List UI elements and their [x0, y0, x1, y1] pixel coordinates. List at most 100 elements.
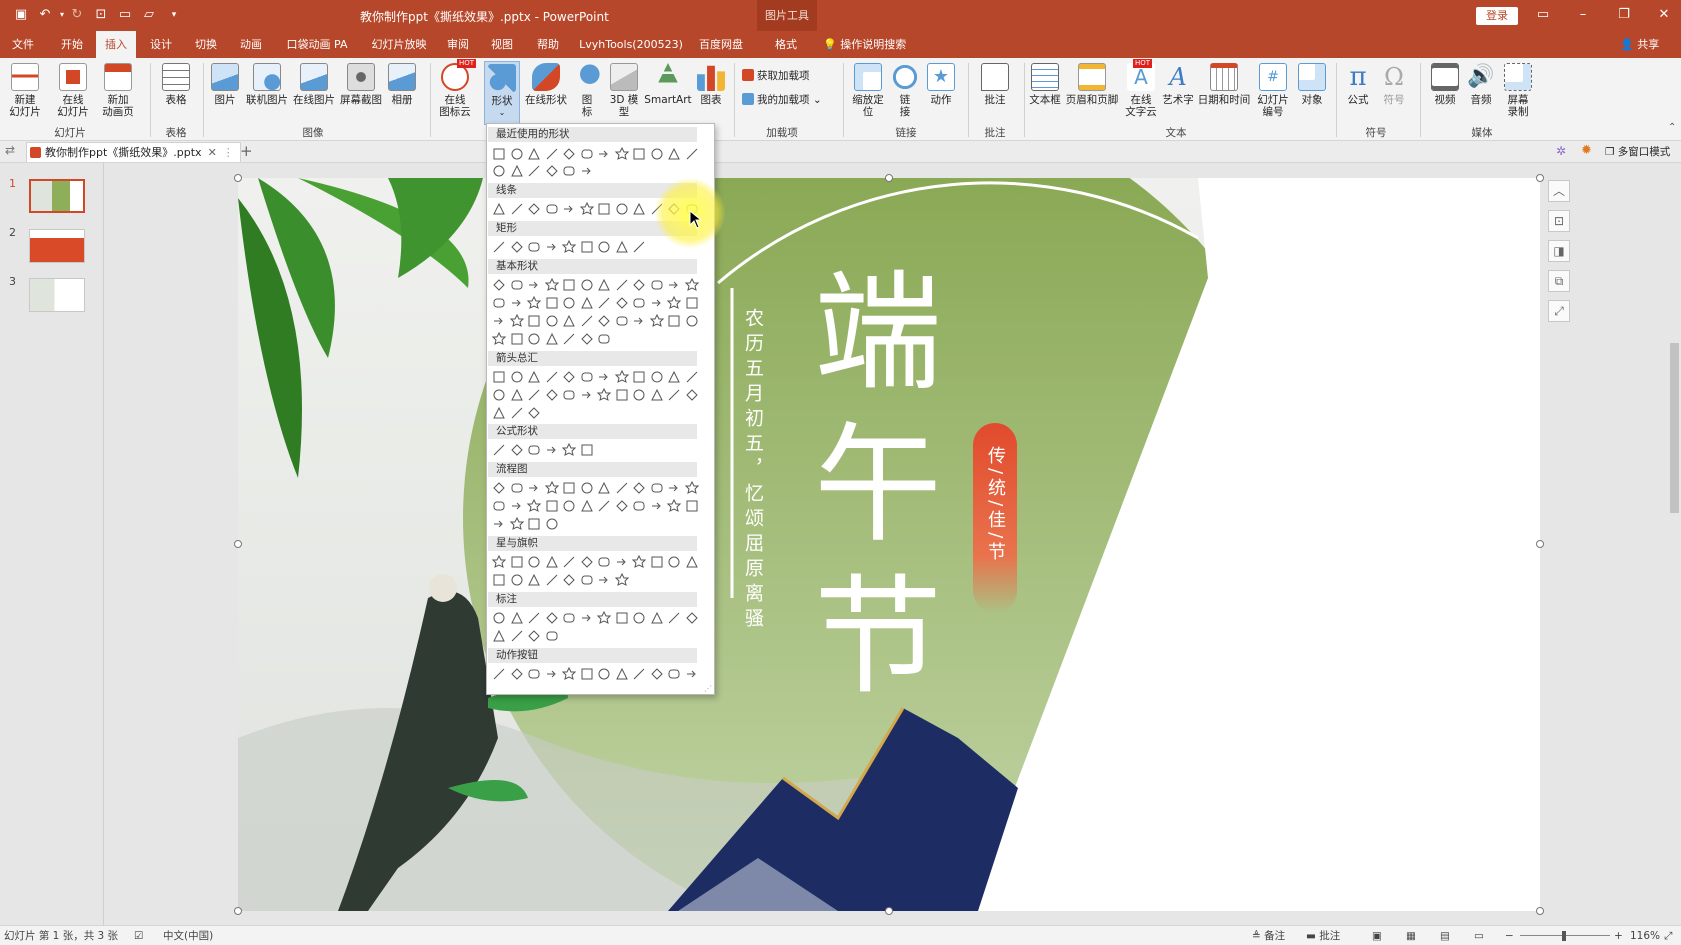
shape-option[interactable] — [545, 164, 559, 178]
smartart-button[interactable]: SmartArt — [644, 61, 692, 125]
shape-option[interactable] — [632, 611, 646, 625]
shape-option[interactable] — [562, 332, 576, 346]
shape-option[interactable] — [667, 314, 681, 328]
resize-handle[interactable] — [885, 907, 893, 915]
shape-option[interactable] — [615, 240, 629, 254]
shape-option[interactable] — [650, 388, 664, 402]
header-footer-button[interactable]: 页眉和页脚 — [1064, 61, 1120, 125]
shape-option[interactable] — [597, 388, 611, 402]
tab-design[interactable]: 设计 — [141, 31, 181, 58]
scrollbar-thumb[interactable] — [1670, 343, 1679, 513]
photo-album-button[interactable]: 相册 — [384, 61, 420, 125]
online-shapes-button[interactable]: 在线形状 — [522, 61, 570, 125]
shape-option[interactable] — [545, 147, 559, 161]
shape-option[interactable] — [545, 517, 559, 531]
shape-option[interactable] — [492, 573, 506, 587]
shape-option[interactable] — [667, 147, 681, 161]
shape-option[interactable] — [580, 443, 594, 457]
shape-option[interactable] — [597, 611, 611, 625]
shape-option[interactable] — [527, 147, 541, 161]
shape-option[interactable] — [615, 481, 629, 495]
shape-option[interactable] — [545, 240, 559, 254]
duplicate-icon[interactable]: ⧉ — [1548, 270, 1570, 292]
shape-option[interactable] — [667, 611, 681, 625]
shape-option[interactable] — [545, 370, 559, 384]
shape-option[interactable] — [527, 667, 541, 681]
plugin-icon[interactable]: ✲ — [1556, 144, 1566, 158]
tab-baidu-netdisk[interactable]: 百度网盘 — [694, 31, 748, 58]
shape-option[interactable] — [650, 667, 664, 681]
shape-option[interactable] — [492, 388, 506, 402]
shape-option[interactable] — [685, 296, 699, 310]
shape-option[interactable] — [615, 667, 629, 681]
shape-option[interactable] — [545, 499, 559, 513]
shape-option[interactable] — [597, 278, 611, 292]
shape-option[interactable] — [545, 332, 559, 346]
settings-gear-icon[interactable]: ✹ — [1581, 143, 1592, 158]
online-slide-button[interactable]: 在线 幻灯片 — [52, 61, 94, 125]
shape-option[interactable] — [579, 202, 594, 216]
shape-option[interactable] — [580, 573, 594, 587]
ribbon-display-options-icon[interactable]: ▭ — [1533, 5, 1553, 25]
tab-home[interactable]: 开始 — [52, 31, 92, 58]
shape-option[interactable] — [580, 481, 594, 495]
shape-option[interactable] — [580, 314, 594, 328]
shape-option[interactable] — [667, 388, 681, 402]
screenshot-button[interactable]: 屏幕截图 — [338, 61, 384, 125]
crop-icon[interactable]: ◨ — [1548, 240, 1570, 262]
shape-option[interactable] — [492, 555, 506, 569]
shape-option[interactable] — [492, 611, 506, 625]
shape-option[interactable] — [492, 481, 506, 495]
shape-option[interactable] — [615, 296, 629, 310]
shape-option[interactable] — [597, 573, 611, 587]
shape-option[interactable] — [632, 147, 646, 161]
shape-option[interactable] — [492, 406, 506, 420]
shape-option[interactable] — [492, 314, 506, 328]
shape-option[interactable] — [492, 147, 506, 161]
shape-option[interactable] — [685, 314, 699, 328]
shape-option[interactable] — [510, 240, 524, 254]
action-button[interactable]: ★ 动作 — [924, 61, 958, 125]
shape-option[interactable] — [597, 499, 611, 513]
shape-option[interactable] — [492, 278, 506, 292]
shape-option[interactable] — [649, 314, 664, 328]
shape-option[interactable] — [527, 314, 541, 328]
shape-option[interactable] — [597, 481, 611, 495]
shape-option[interactable] — [510, 406, 524, 420]
shape-option[interactable] — [545, 555, 559, 569]
shape-option[interactable] — [544, 278, 559, 292]
shape-option[interactable] — [650, 278, 664, 292]
shape-option[interactable] — [667, 370, 681, 384]
shape-option[interactable] — [597, 147, 611, 161]
shape-option[interactable] — [562, 314, 576, 328]
zoom-button[interactable]: 缩放定 位 — [848, 61, 888, 125]
expand-icon[interactable]: ⤢ — [1548, 300, 1570, 322]
shape-option[interactable] — [510, 499, 524, 513]
online-pictures-2-button[interactable]: 在线图片 — [291, 61, 337, 125]
shape-option[interactable] — [527, 278, 541, 292]
shape-option[interactable] — [615, 388, 629, 402]
shape-option[interactable] — [632, 202, 646, 216]
shape-option[interactable] — [650, 296, 664, 310]
shape-option[interactable] — [580, 370, 594, 384]
tab-menu-icon[interactable]: ⋮ — [223, 146, 234, 159]
shape-option[interactable] — [597, 296, 611, 310]
shape-option[interactable] — [527, 388, 541, 402]
shape-option[interactable] — [545, 629, 559, 643]
shape-option[interactable] — [492, 240, 506, 254]
shape-option[interactable] — [562, 499, 576, 513]
shape-option[interactable] — [580, 332, 594, 346]
shape-option[interactable] — [685, 611, 699, 625]
shape-option[interactable] — [597, 667, 611, 681]
shape-option[interactable] — [544, 481, 559, 495]
shape-option[interactable] — [684, 481, 699, 495]
slide-thumbnail-1[interactable] — [29, 179, 85, 213]
symbol-button[interactable]: Ω 符号 — [1378, 61, 1410, 125]
shape-option[interactable] — [632, 499, 646, 513]
slide-number-button[interactable]: # 幻灯片 编号 — [1252, 61, 1294, 125]
shape-option[interactable] — [597, 240, 611, 254]
shape-option[interactable] — [615, 278, 629, 292]
shape-option[interactable] — [562, 555, 576, 569]
shape-option[interactable] — [510, 332, 524, 346]
shape-option[interactable] — [597, 370, 611, 384]
